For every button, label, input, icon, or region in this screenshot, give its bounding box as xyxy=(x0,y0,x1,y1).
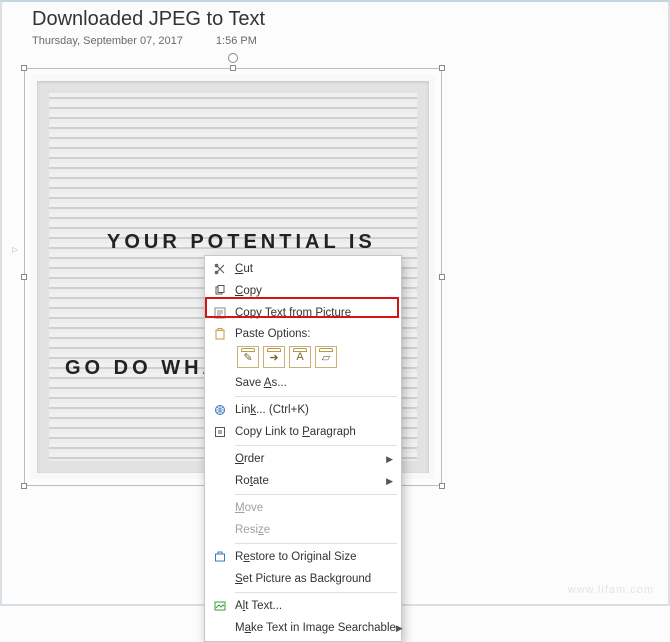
menu-label: Alt Text... xyxy=(235,600,282,612)
menu-copy-link-paragraph[interactable]: Copy Link to Paragraph xyxy=(205,421,401,443)
menu-separator xyxy=(235,494,397,495)
menu-label: Rotate xyxy=(235,475,269,487)
menu-separator xyxy=(235,592,397,593)
menu-copy-text-from-picture[interactable]: Copy Text from Picture xyxy=(205,302,401,324)
page-date: Thursday, September 07, 2017 xyxy=(32,35,183,47)
resize-handle-br[interactable] xyxy=(439,483,445,489)
blank-icon xyxy=(211,451,229,467)
menu-alt-text[interactable]: Alt Text... xyxy=(205,595,401,617)
alt-text-icon xyxy=(211,598,229,614)
copy-link-icon xyxy=(211,424,229,440)
insertion-cursor-icon: ▹ xyxy=(12,242,18,256)
menu-make-text-searchable[interactable]: Make Text in Image Searchable ▶ xyxy=(205,617,401,639)
menu-label: Resize xyxy=(235,524,270,536)
menu-rotate[interactable]: Rotate ▶ xyxy=(205,470,401,492)
copy-icon xyxy=(211,283,229,299)
menu-copy[interactable]: Copy xyxy=(205,280,401,302)
menu-label: Make Text in Image Searchable xyxy=(235,622,396,634)
blank-icon xyxy=(211,620,229,636)
paste-icon xyxy=(211,328,229,340)
link-icon xyxy=(211,402,229,418)
context-menu: Cut Copy Copy Text from Picture Paste Op… xyxy=(204,255,402,642)
chevron-right-icon: ▶ xyxy=(386,476,393,487)
watermark-text: www.lifam.com xyxy=(568,584,654,596)
paste-option-keep-source[interactable]: ✎ xyxy=(237,346,259,368)
paste-option-picture[interactable]: ▱ xyxy=(315,346,337,368)
menu-label: Order xyxy=(235,453,264,465)
rotate-handle-icon[interactable] xyxy=(228,53,238,63)
menu-label: Save As... xyxy=(235,377,287,389)
page-meta: Thursday, September 07, 2017 1:56 PM xyxy=(32,35,668,47)
resize-handle-lc[interactable] xyxy=(21,274,27,280)
blank-icon xyxy=(211,375,229,391)
scissors-icon xyxy=(211,261,229,277)
menu-link[interactable]: Link... (Ctrl+K) xyxy=(205,399,401,421)
blank-icon xyxy=(211,571,229,587)
menu-label: Link... (Ctrl+K) xyxy=(235,404,309,416)
menu-separator xyxy=(235,445,397,446)
menu-resize: Resize xyxy=(205,519,401,541)
menu-label: Set Picture as Background xyxy=(235,573,371,585)
menu-label: Move xyxy=(235,502,263,514)
menu-label: Paste Options: xyxy=(235,328,310,340)
menu-separator xyxy=(235,543,397,544)
resize-handle-bl[interactable] xyxy=(21,483,27,489)
resize-handle-tc[interactable] xyxy=(230,65,236,71)
blank-icon xyxy=(211,500,229,516)
menu-label: Copy xyxy=(235,285,262,297)
menu-separator xyxy=(235,396,397,397)
menu-restore-original-size[interactable]: Restore to Original Size xyxy=(205,546,401,568)
blank-icon xyxy=(211,473,229,489)
page-title: Downloaded JPEG to Text xyxy=(32,8,668,31)
restore-icon xyxy=(211,549,229,565)
menu-move: Move xyxy=(205,497,401,519)
resize-handle-tr[interactable] xyxy=(439,65,445,71)
paste-option-text-only[interactable]: A xyxy=(289,346,311,368)
chevron-right-icon: ▶ xyxy=(396,623,403,634)
copy-text-icon xyxy=(211,305,229,321)
menu-label: Copy Text from Picture xyxy=(235,307,351,319)
menu-label: Restore to Original Size xyxy=(235,551,356,563)
resize-handle-tl[interactable] xyxy=(21,65,27,71)
menu-order[interactable]: Order ▶ xyxy=(205,448,401,470)
menu-paste-options-header: Paste Options: xyxy=(205,324,401,344)
paste-option-merge[interactable]: ➜ xyxy=(263,346,285,368)
page-time: 1:56 PM xyxy=(216,35,257,47)
menu-label: Cut xyxy=(235,263,253,275)
chevron-right-icon: ▶ xyxy=(386,454,393,465)
menu-save-as[interactable]: Save As... xyxy=(205,372,401,394)
paste-options-row: ✎ ➜ A ▱ xyxy=(205,344,401,372)
resize-handle-rc[interactable] xyxy=(439,274,445,280)
menu-set-picture-background[interactable]: Set Picture as Background xyxy=(205,568,401,590)
letterboard-text-line1: YOUR POTENTIAL IS xyxy=(107,231,376,254)
menu-cut[interactable]: Cut xyxy=(205,258,401,280)
menu-label: Copy Link to Paragraph xyxy=(235,426,356,438)
blank-icon xyxy=(211,522,229,538)
